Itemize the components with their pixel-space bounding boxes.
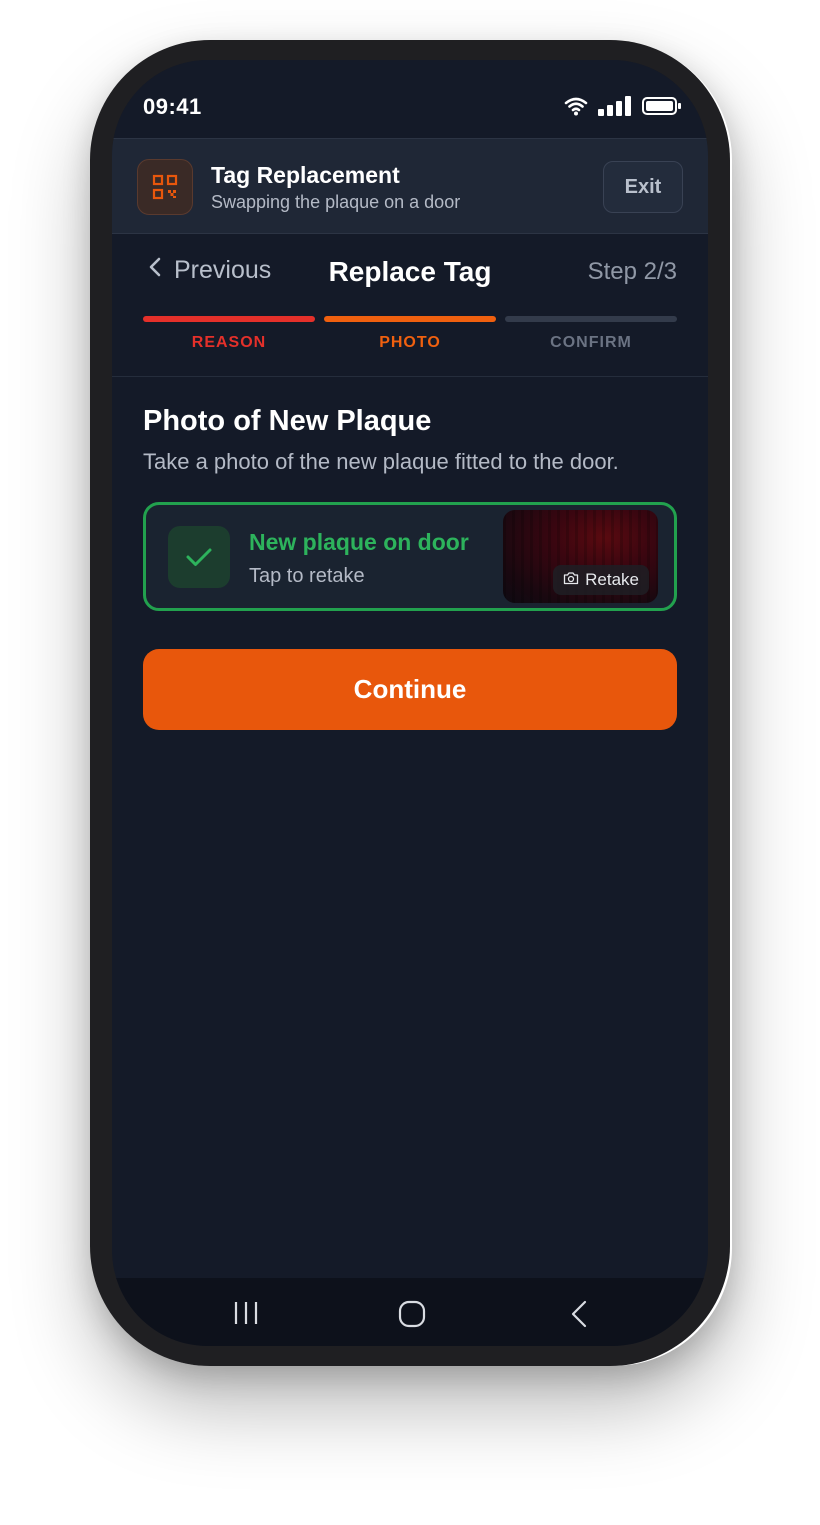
recent-apps-icon[interactable] — [233, 1300, 259, 1331]
system-navigation-bar — [112, 1278, 708, 1346]
photo-thumbnail[interactable]: Retake — [503, 510, 658, 603]
app-header: Tag Replacement Swapping the plaque on a… — [112, 138, 708, 234]
photo-card-subtitle: Tap to retake — [249, 565, 365, 587]
progress-step-confirm: CONFIRM — [505, 316, 677, 352]
progress-steps: REASON PHOTO CONFIRM — [143, 316, 677, 352]
cellular-signal-icon — [598, 96, 632, 121]
photo-card[interactable]: New plaque on door Tap to retake Retake — [143, 502, 677, 611]
phone-frame: 09:41 Tag Replacement Swapping the plaqu… — [90, 40, 730, 1366]
back-icon[interactable] — [570, 1300, 588, 1333]
progress-bar-photo — [324, 316, 496, 322]
progress-label-reason: REASON — [191, 334, 267, 351]
status-time: 09:41 — [143, 94, 202, 119]
exit-button[interactable]: Exit — [603, 161, 683, 213]
wifi-icon — [564, 96, 588, 121]
section-description: Take a photo of the new plaque fitted to… — [143, 449, 619, 474]
status-icons — [564, 96, 682, 121]
home-icon[interactable] — [398, 1300, 426, 1333]
section-title: Photo of New Plaque — [143, 405, 432, 437]
photo-card-title: New plaque on door — [249, 529, 469, 555]
progress-label-confirm: CONFIRM — [550, 334, 632, 351]
progress-bar-confirm — [505, 316, 677, 322]
progress-label-photo: PHOTO — [379, 334, 441, 351]
app-title: Tag Replacement — [211, 162, 400, 188]
qr-code-icon — [137, 159, 193, 215]
check-icon — [168, 526, 230, 588]
camera-icon — [563, 570, 579, 590]
app-subtitle: Swapping the plaque on a door — [211, 192, 461, 212]
step-navigation: Previous Replace Tag Step 2/3 — [112, 256, 708, 298]
battery-icon — [642, 96, 682, 121]
screen: 09:41 Tag Replacement Swapping the plaqu… — [112, 60, 708, 1346]
divider — [112, 376, 708, 377]
continue-button[interactable]: Continue — [143, 649, 677, 730]
progress-bar-reason — [143, 316, 315, 322]
progress-step-photo: PHOTO — [324, 316, 496, 352]
progress-step-reason: REASON — [143, 316, 315, 352]
retake-label: Retake — [585, 570, 639, 589]
retake-button[interactable]: Retake — [553, 565, 649, 595]
status-bar: 09:41 — [112, 60, 708, 138]
step-indicator: Step 2/3 — [587, 258, 677, 285]
